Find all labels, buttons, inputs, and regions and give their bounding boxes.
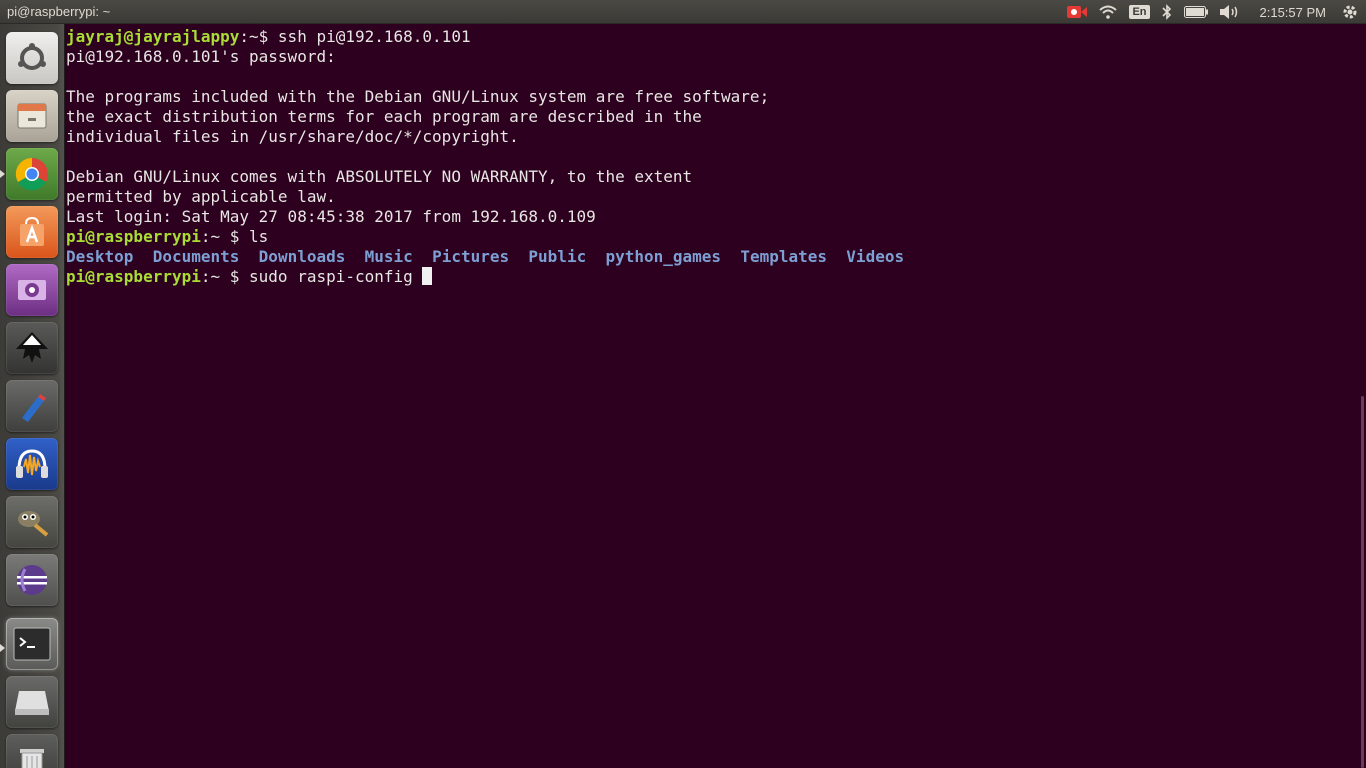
launcher-terminal[interactable] [6,618,58,670]
dash-home-icon [18,43,46,70]
keyboard-language-indicator[interactable]: En [1129,0,1150,24]
clock[interactable]: 2:15:57 PM [1260,5,1327,20]
text-cursor [422,267,433,285]
prompt-separator: :~$ [239,27,278,46]
volume-icon[interactable] [1219,0,1240,24]
top-panel: pi@raspberrypi: ~ En 2:15:57 PM [0,0,1366,24]
launcher-eclipse[interactable] [6,554,58,606]
launcher [0,24,65,768]
directory-listing: Desktop Documents Downloads Music Pictur… [66,247,1366,267]
directory-entry: python_games [605,247,722,266]
command-text: ls [249,227,269,246]
terminal-line: jayraj@jayrajlappy:~$ ssh pi@192.168.0.1… [66,27,1366,47]
directory-entry: Public [528,247,587,266]
window-title: pi@raspberrypi: ~ [7,4,111,19]
directory-entry: Templates [740,247,828,266]
wifi-icon[interactable] [1099,0,1118,24]
directory-entry: Pictures [432,247,510,266]
terminal-line: Debian GNU/Linux comes with ABSOLUTELY N… [66,167,693,186]
terminal-line: pi@192.168.0.101's password: [66,47,336,66]
inkscape-icon [16,332,48,363]
audacity-icon [16,449,48,478]
launcher-chrome[interactable] [6,148,58,200]
directory-entry: Videos [846,247,905,266]
battery-icon[interactable] [1183,0,1208,24]
gimp-icon [18,511,49,537]
screen-record-icon[interactable] [1067,0,1088,24]
launcher-video-player[interactable] [6,264,58,316]
terminal-line: the exact distribution terms for each pr… [66,107,702,126]
launcher-inkscape[interactable] [6,322,58,374]
prompt-user: jayraj@jayrajlappy [66,27,240,46]
trash-icon [20,749,44,768]
terminal-window[interactable]: jayraj@jayrajlappy:~$ ssh pi@192.168.0.1… [66,24,1366,768]
paint-icon [22,394,46,422]
software-center-icon [20,216,44,246]
terminal-line: pi@raspberrypi:~ $ ls [66,227,1366,247]
eclipse-icon [17,565,47,595]
launcher-audacity[interactable] [6,438,58,490]
launcher-software-center[interactable] [6,206,58,258]
directory-entry: Documents [152,247,240,266]
command-text: sudo raspi-config [249,267,423,286]
terminal-line: individual files in /usr/share/doc/*/cop… [66,127,519,146]
launcher-trash[interactable] [6,734,58,768]
chrome-icon [15,157,48,191]
removable-drive-icon [15,691,49,715]
directory-entry: Downloads [258,247,346,266]
prompt-separator: :~ $ [200,227,250,246]
terminal-line: The programs included with the Debian GN… [66,87,770,106]
bluetooth-icon[interactable] [1161,0,1172,24]
launcher-file-manager[interactable] [6,90,58,142]
prompt-separator: :~ $ [200,267,250,286]
terminal-line: Last login: Sat May 27 08:45:38 2017 fro… [66,207,596,226]
launcher-paint[interactable] [6,380,58,432]
running-indicator [0,644,5,652]
launcher-removable-drive[interactable] [6,676,58,728]
launcher-gimp[interactable] [6,496,58,548]
terminal-line: permitted by applicable law. [66,187,336,206]
terminal-icon [13,627,51,661]
directory-entry: Music [364,247,413,266]
terminal-line: pi@raspberrypi:~ $ sudo raspi-config [66,267,1366,287]
directory-entry: Desktop [66,247,134,266]
prompt-user: pi@raspberrypi [66,227,201,246]
video-player-icon [18,280,46,300]
gear-icon[interactable] [1342,0,1358,24]
launcher-dash-home[interactable] [6,32,58,84]
scrollbar[interactable] [1361,396,1364,768]
command-text: ssh pi@192.168.0.101 [277,27,471,46]
language-label: En [1129,5,1150,19]
running-indicator [0,170,5,178]
file-manager-icon [17,103,47,129]
indicator-area: En 2:15:57 PM [1061,0,1366,24]
prompt-user: pi@raspberrypi [66,267,201,286]
